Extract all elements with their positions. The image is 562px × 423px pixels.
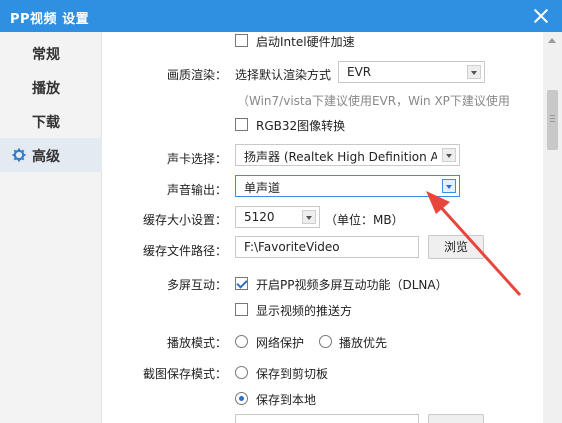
save-clipboard-label: 保存到剪切板 <box>256 367 329 381</box>
play-priority-label: 播放优先 <box>339 336 388 350</box>
cache-size-select[interactable]: 5120 <box>235 206 320 228</box>
multiscreen-label: 多屏互动： <box>166 278 227 292</box>
hw-accel-checkbox[interactable] <box>235 34 248 47</box>
render-select-value: EVR <box>347 65 372 79</box>
sidebar-item-label: 下载 <box>32 115 60 131</box>
sound-output-label: 声音输出： <box>166 183 227 197</box>
cache-size-unit: （单位：MB） <box>325 213 404 227</box>
chevron-down-icon[interactable] <box>467 65 481 79</box>
rgb32-label: RGB32图像转换 <box>256 119 346 133</box>
sound-output-value: 单声道 <box>244 181 281 195</box>
close-icon[interactable] <box>532 7 550 25</box>
cache-path-label: 缓存文件路径： <box>142 244 227 258</box>
hw-accel-label: 启动Intel硬件加速 <box>256 35 355 49</box>
network-protect-radio[interactable] <box>235 335 248 348</box>
chevron-down-icon[interactable] <box>442 148 456 162</box>
sidebar-item-download[interactable]: 下载 <box>0 104 102 138</box>
title-bar: PP视频 设置 <box>0 0 562 32</box>
settings-panel: 启动Intel硬件加速 画质渲染： 选择默认渲染方式 EVR （Win7/vis… <box>103 32 543 423</box>
sound-card-value: 扬声器 (Realtek High Definition Au <box>244 150 437 164</box>
chevron-down-icon[interactable] <box>302 210 316 224</box>
sidebar-item-label: 常规 <box>32 47 60 63</box>
push-source-label: 显示视频的推送方 <box>256 304 353 318</box>
cache-size-value: 5120 <box>244 210 275 224</box>
render-label: 画质渲染： <box>166 68 227 82</box>
scrollbar-thumb[interactable] <box>547 90 558 150</box>
sidebar-item-advanced[interactable]: 高级 <box>0 138 102 172</box>
network-protect-label: 网络保护 <box>256 336 305 350</box>
save-clipboard-radio[interactable] <box>235 366 248 379</box>
save-local-label: 保存到本地 <box>256 393 317 407</box>
screenshot-save-label: 截图保存模式： <box>142 367 227 381</box>
render-select[interactable]: EVR <box>338 61 485 83</box>
sidebar-item-playback[interactable]: 播放 <box>0 70 102 104</box>
scrollbar[interactable] <box>543 32 562 423</box>
play-priority-radio[interactable] <box>319 335 332 348</box>
cache-path-input[interactable]: F:\FavoriteVideo <box>235 236 419 258</box>
gear-icon <box>12 148 26 162</box>
grip-line <box>550 118 555 119</box>
push-source-checkbox[interactable] <box>235 303 248 316</box>
rgb32-checkbox[interactable] <box>235 118 248 131</box>
cache-path-value: F:\FavoriteVideo <box>244 240 340 254</box>
sidebar-item-label: 播放 <box>32 81 60 97</box>
sidebar: 常规 播放 下载 高级 <box>0 32 102 423</box>
sidebar-item-general[interactable]: 常规 <box>0 36 102 70</box>
sidebar-item-label: 高级 <box>32 149 60 165</box>
screenshot-browse-button[interactable] <box>428 414 484 423</box>
render-select-label: 选择默认渲染方式 <box>235 68 332 82</box>
window-title: PP视频 设置 <box>10 12 90 27</box>
play-mode-label: 播放模式： <box>166 336 227 350</box>
dlna-checkbox[interactable] <box>235 277 248 290</box>
screenshot-path-input[interactable] <box>235 414 419 423</box>
dlna-label: 开启PP视频多屏互动功能（DLNA） <box>256 278 448 292</box>
sound-card-label: 声卡选择： <box>166 152 227 166</box>
sound-output-select[interactable]: 单声道 <box>235 175 460 197</box>
sound-card-select[interactable]: 扬声器 (Realtek High Definition Au <box>235 144 460 166</box>
scroll-up-icon[interactable] <box>548 38 556 43</box>
render-hint: （Win7/vista下建议使用EVR，Win XP下建议使用 <box>237 94 510 108</box>
cache-size-label: 缓存大小设置： <box>142 213 227 227</box>
save-local-radio[interactable] <box>235 392 248 405</box>
chevron-down-icon[interactable] <box>442 179 456 193</box>
grip-line <box>550 115 555 116</box>
browse-button[interactable]: 浏览 <box>428 235 484 259</box>
grip-line <box>550 121 555 122</box>
